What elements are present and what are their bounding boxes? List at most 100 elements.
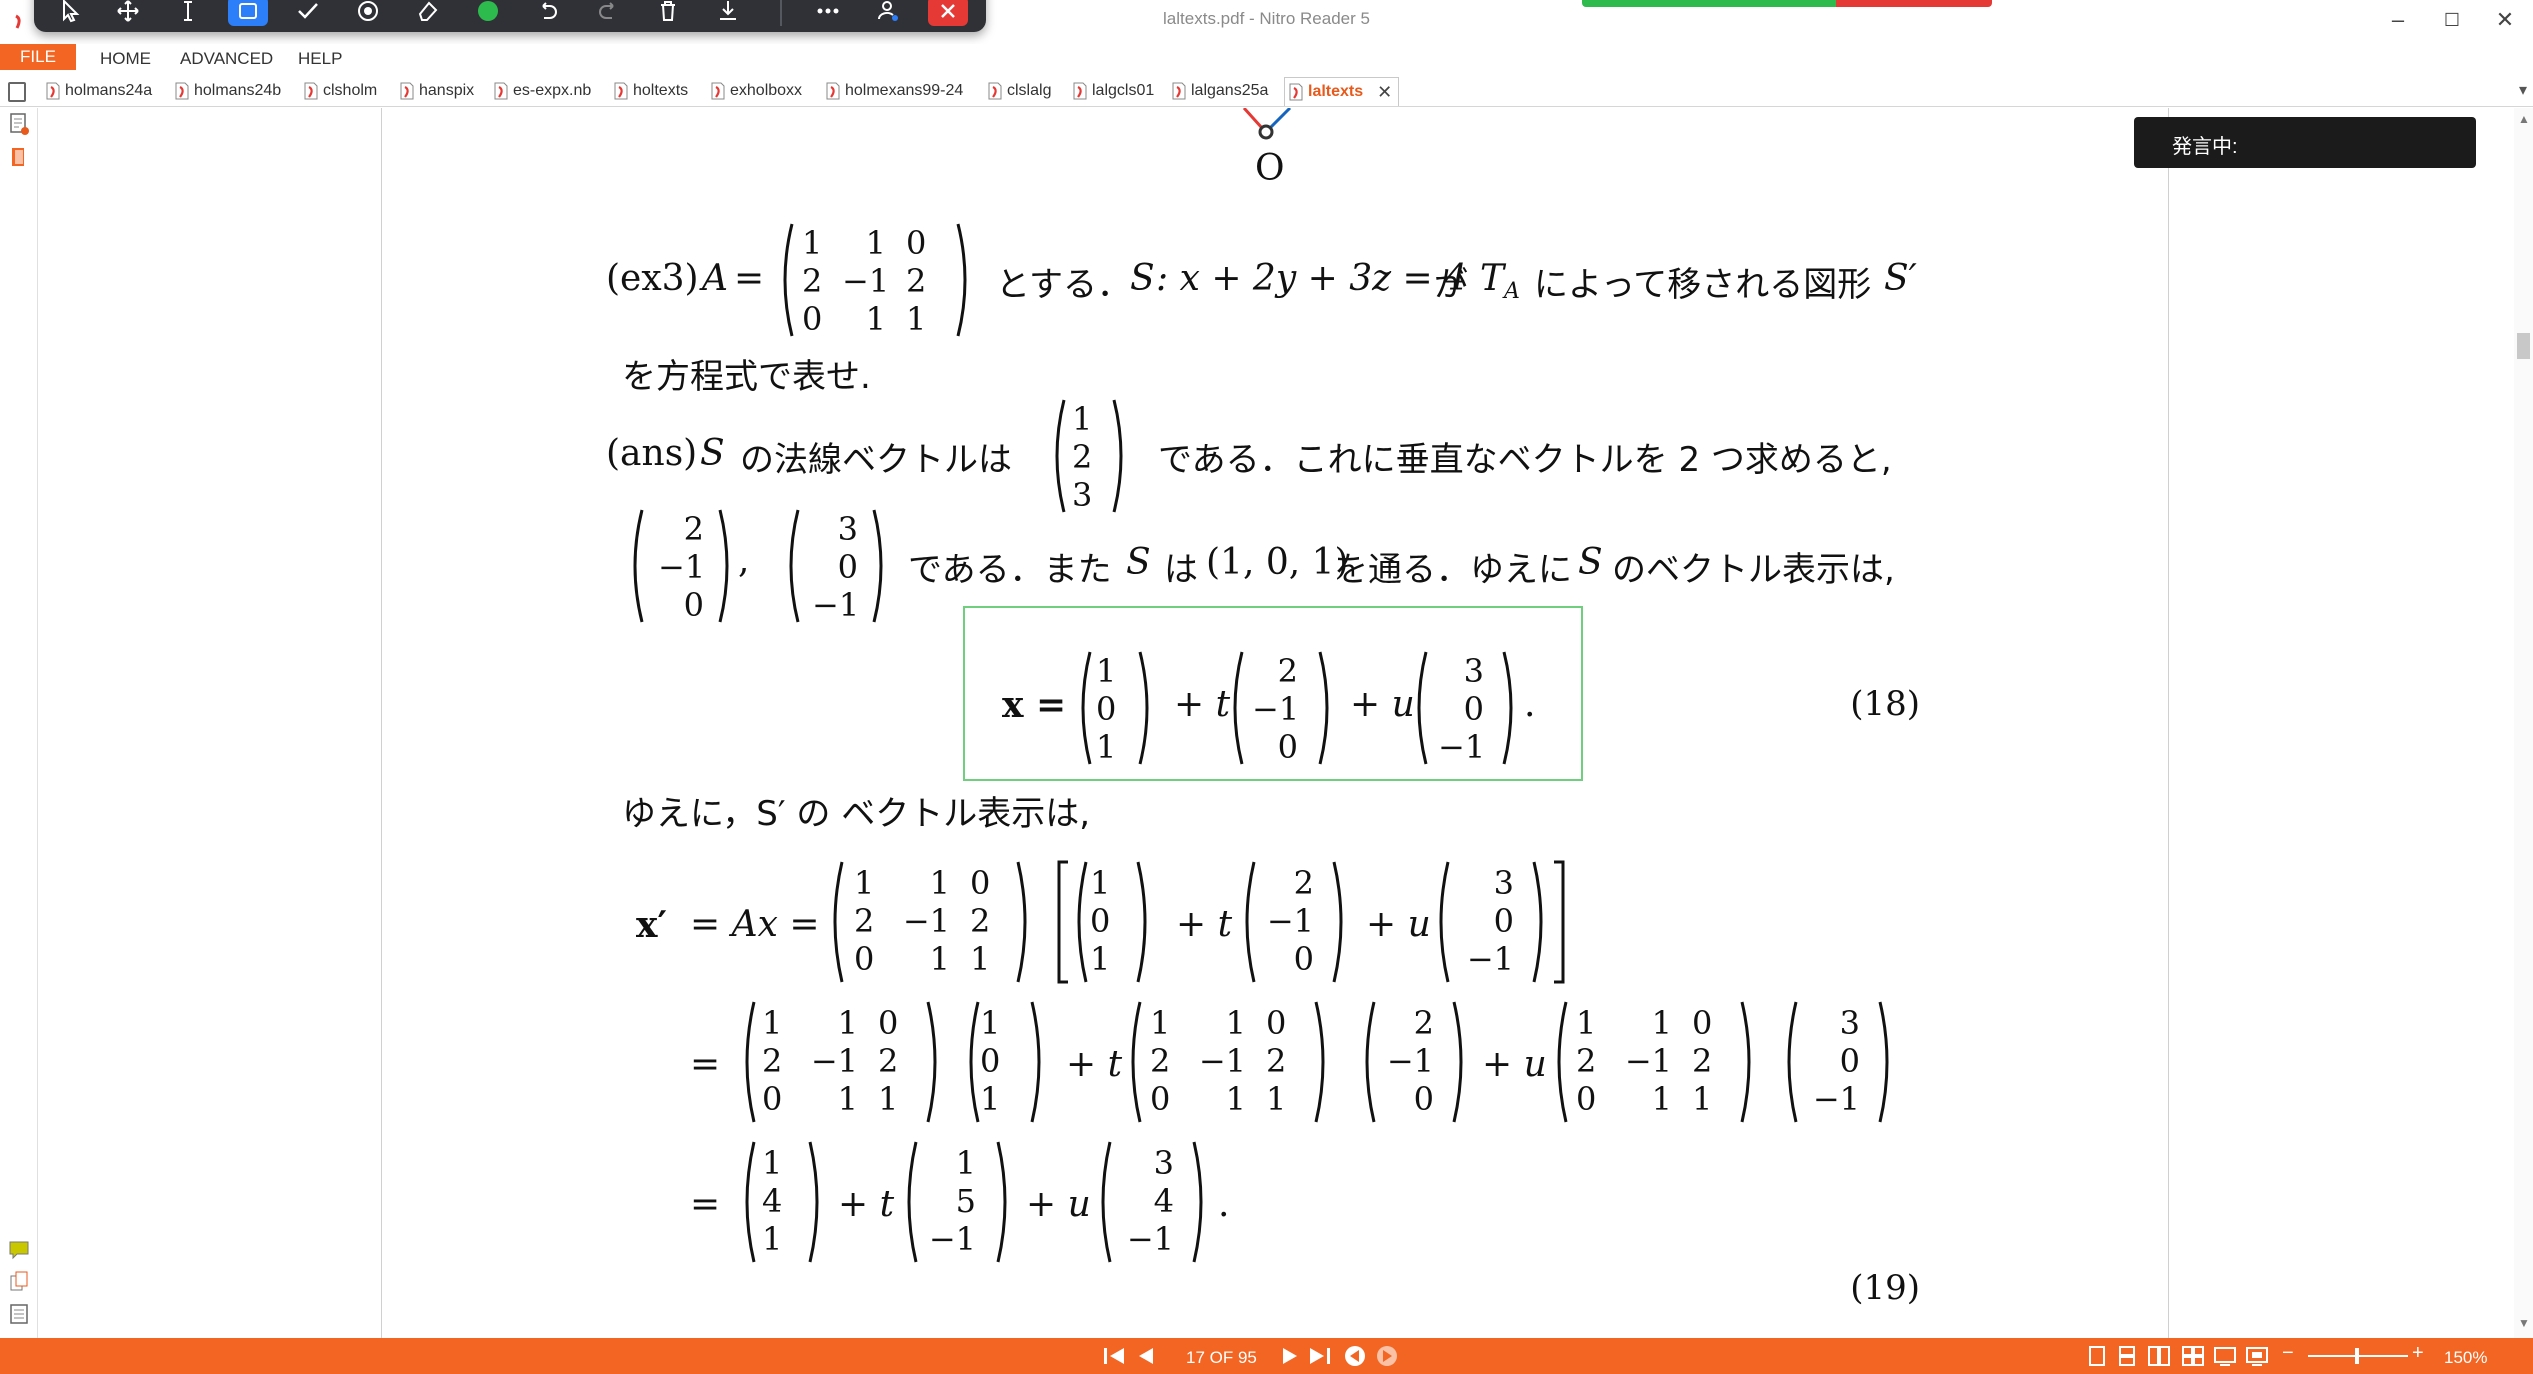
- matrix-cell: 3: [1072, 476, 1093, 514]
- page-thumbnails-icon[interactable]: [8, 112, 30, 136]
- attachments-icon[interactable]: [8, 1270, 30, 1294]
- fit-width-icon[interactable]: [2214, 1346, 2236, 1366]
- matrix-cell: 3: [837, 510, 858, 548]
- text-cursor-tool-icon[interactable]: [168, 0, 208, 26]
- zoom-slider-thumb[interactable]: [2355, 1348, 2359, 1364]
- menu-advanced[interactable]: ADVANCED: [180, 49, 273, 69]
- zoom-level[interactable]: 150%: [2444, 1348, 2487, 1368]
- single-page-view-icon[interactable]: [2088, 1346, 2106, 1366]
- close-toolbar-icon[interactable]: [928, 0, 968, 26]
- document-list-icon[interactable]: [8, 82, 26, 102]
- right-paren: [1878, 1001, 1889, 1123]
- perp-vector-2: 3 0 −1: [802, 510, 868, 624]
- user-pen-icon[interactable]: [868, 0, 908, 26]
- left-paren: [789, 509, 800, 623]
- zoom-out-button[interactable]: −: [2282, 1342, 2294, 1365]
- menu-home[interactable]: HOME: [100, 49, 151, 69]
- tab-lalgcls01[interactable]: lalgcls01: [1073, 78, 1154, 104]
- minimize-button[interactable]: –: [2370, 2, 2426, 38]
- tab-lalgans25a[interactable]: lalgans25a: [1172, 78, 1268, 104]
- matrix-cell: −1: [902, 902, 950, 940]
- scroll-up-arrow-icon[interactable]: ▲: [2518, 112, 2530, 126]
- eq18-point-vector: 101: [1086, 652, 1126, 766]
- matrix-cell: 0: [1150, 1080, 1171, 1118]
- right-paren: [1136, 861, 1147, 983]
- comments-icon[interactable]: [8, 1238, 30, 1262]
- menu-help[interactable]: HELP: [298, 49, 342, 69]
- page-indicator[interactable]: 17 OF 95: [1186, 1348, 1257, 1368]
- pointer-tool-icon[interactable]: [50, 0, 90, 26]
- page-layers-icon[interactable]: [8, 1302, 30, 1326]
- matrix-cell: 3: [1493, 864, 1514, 902]
- tab-clsholm[interactable]: clsholm: [304, 78, 377, 104]
- pdf-file-icon: [304, 82, 318, 100]
- eq19-direction-2-b: 3 0 −1: [1798, 1004, 1870, 1118]
- right-paren: [1740, 1001, 1751, 1123]
- matrix-cell: 1: [1225, 1080, 1246, 1118]
- eq19-eq3: =: [690, 1184, 721, 1225]
- scroll-down-arrow-icon[interactable]: ▼: [2518, 1316, 2530, 1330]
- continuous-view-icon[interactable]: [2118, 1346, 2136, 1366]
- eq19-matrix-A-expanded-1: 1 1 0 2 −1 2 0 1 1: [752, 1004, 906, 1118]
- bookmarks-icon[interactable]: [8, 146, 30, 170]
- matrix-cell: −1: [1812, 1080, 1860, 1118]
- stamp-tool-icon[interactable]: [348, 0, 388, 26]
- undo-icon[interactable]: [528, 0, 568, 26]
- zoom-in-button[interactable]: +: [2412, 1342, 2424, 1365]
- facing-continuous-view-icon[interactable]: [2182, 1346, 2204, 1366]
- ex3-S: S: [1130, 258, 1155, 299]
- next-view-icon[interactable]: [1376, 1345, 1398, 1367]
- last-page-icon[interactable]: [1308, 1346, 1332, 1366]
- tab-holtexts[interactable]: holtexts: [614, 78, 688, 104]
- facing-view-icon[interactable]: [2148, 1346, 2170, 1366]
- download-icon[interactable]: [708, 0, 748, 26]
- matrix-cell: 1: [1651, 1004, 1672, 1042]
- eq18-lhs: x =: [1002, 684, 1067, 726]
- matrix-cell: 0: [1692, 1004, 1713, 1042]
- color-picker-icon[interactable]: [468, 0, 508, 26]
- tab-laltexts-active[interactable]: laltexts ✕: [1284, 77, 1400, 106]
- pdf-file-icon: [494, 82, 508, 100]
- eq19-point-vector: 101: [1080, 864, 1120, 978]
- ans-text4: は: [1164, 550, 1198, 590]
- redo-icon[interactable]: [588, 0, 628, 26]
- full-screen-icon[interactable]: [2246, 1346, 2268, 1366]
- tab-holmans24a[interactable]: holmans24a: [46, 78, 152, 104]
- matrix-cell: −1: [1126, 1220, 1174, 1258]
- matrix-cell: 1: [929, 864, 950, 902]
- vertical-scrollbar[interactable]: ▲ ▼: [2514, 108, 2533, 1338]
- tab-close-icon[interactable]: ✕: [1377, 82, 1392, 103]
- ans-S2: S: [1126, 542, 1151, 583]
- more-options-icon[interactable]: [808, 0, 848, 26]
- tab-clslalg[interactable]: clslalg: [988, 78, 1051, 104]
- tab-es-expx[interactable]: es-expx.nb: [494, 78, 591, 104]
- matrix-cell: 1: [929, 940, 950, 978]
- scrollbar-thumb[interactable]: [2517, 333, 2530, 359]
- next-page-icon[interactable]: [1280, 1346, 1300, 1366]
- right-paren: [872, 509, 883, 623]
- right-paren: [1016, 861, 1027, 983]
- checkmark-tool-icon[interactable]: [288, 0, 328, 26]
- tab-hanspix[interactable]: hanspix: [400, 78, 474, 104]
- previous-page-icon[interactable]: [1136, 1346, 1156, 1366]
- tab-exholboxx[interactable]: exholboxx: [711, 78, 802, 104]
- previous-view-icon[interactable]: [1344, 1345, 1366, 1367]
- trash-icon[interactable]: [648, 0, 688, 26]
- menu-file[interactable]: FILE: [0, 44, 76, 70]
- left-paren: [1787, 1001, 1798, 1123]
- first-page-icon[interactable]: [1102, 1346, 1126, 1366]
- eraser-tool-icon[interactable]: [408, 0, 448, 26]
- matrix-cell: 0: [906, 224, 927, 262]
- move-tool-icon[interactable]: [108, 0, 148, 26]
- pdf-file-icon: [988, 82, 1002, 100]
- pdf-file-icon: [1073, 82, 1087, 100]
- matrix-A: 1 1 0 2 −1 2 0 1 1: [792, 224, 936, 338]
- tab-holmexans99-24[interactable]: holmexans99-24: [826, 78, 963, 104]
- tab-dropdown-icon[interactable]: ▾: [2519, 80, 2527, 100]
- matrix-cell: 1: [837, 1004, 858, 1042]
- rectangle-tool-icon[interactable]: [228, 0, 268, 26]
- tab-holmans24b[interactable]: holmans24b: [175, 78, 281, 104]
- maximize-button[interactable]: ☐: [2424, 2, 2480, 38]
- close-window-button[interactable]: ✕: [2477, 2, 2533, 38]
- matrix-cell: 1: [865, 224, 886, 262]
